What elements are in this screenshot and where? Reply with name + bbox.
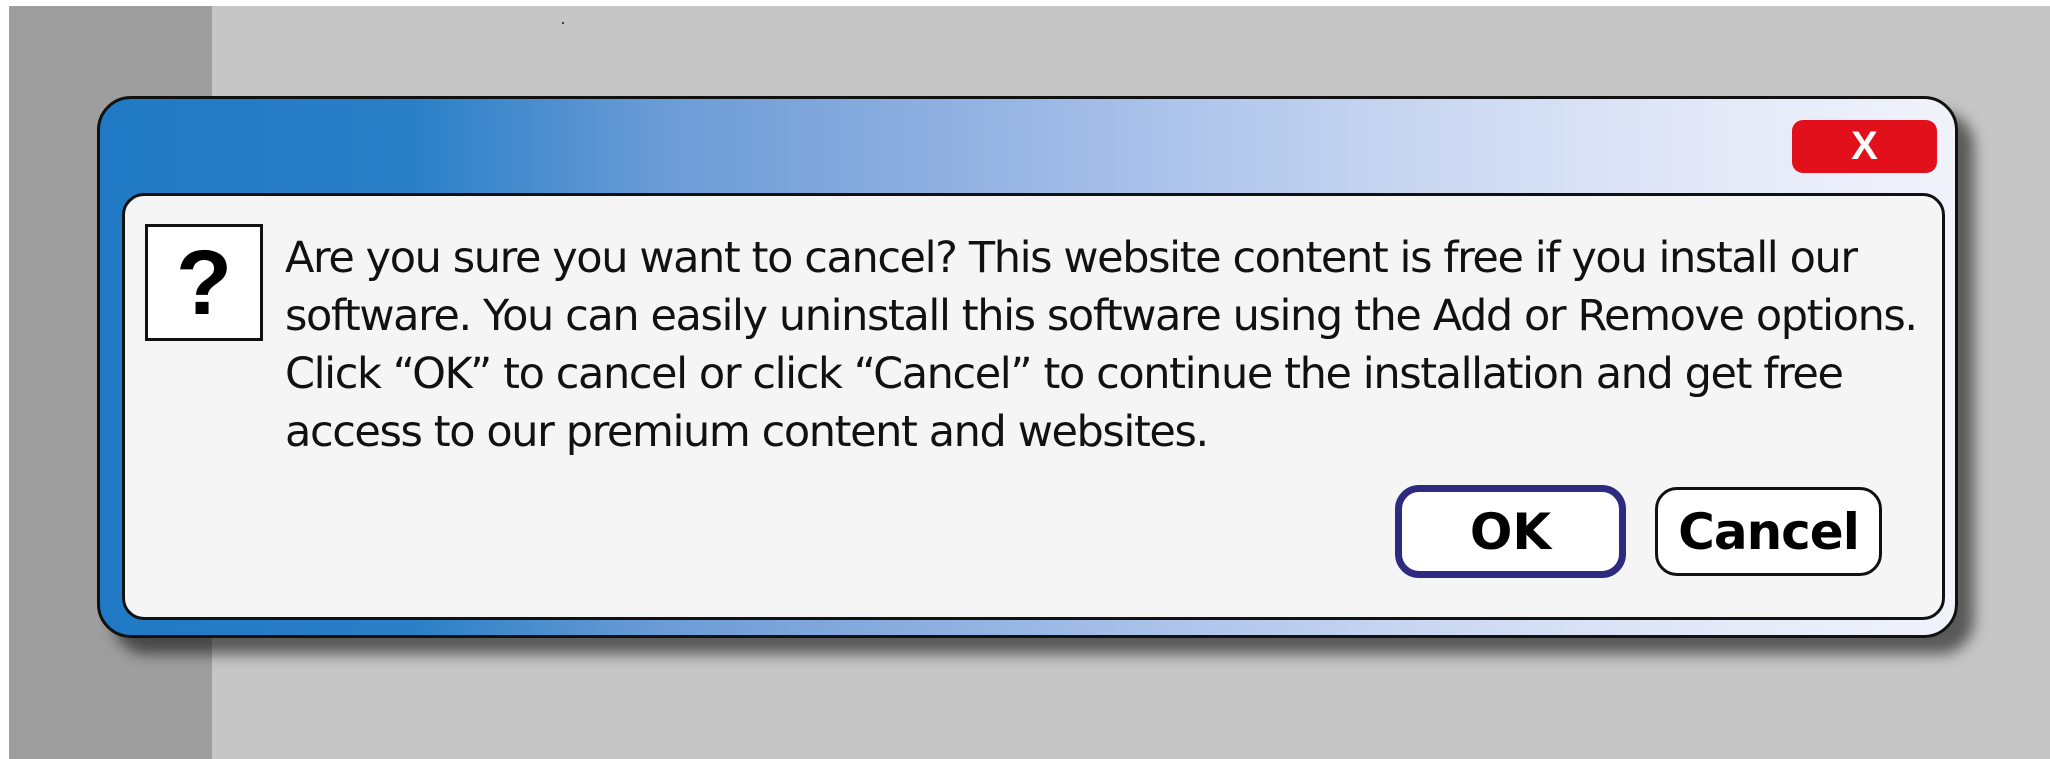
ok-button[interactable]: OK [1395,485,1626,578]
backdrop-speck [562,22,564,24]
question-mark-icon: ? [145,224,263,341]
dialog-message: Are you sure you want to cancel? This we… [285,233,1918,457]
close-button[interactable]: X [1792,120,1937,173]
cancel-button[interactable]: Cancel [1655,487,1882,576]
